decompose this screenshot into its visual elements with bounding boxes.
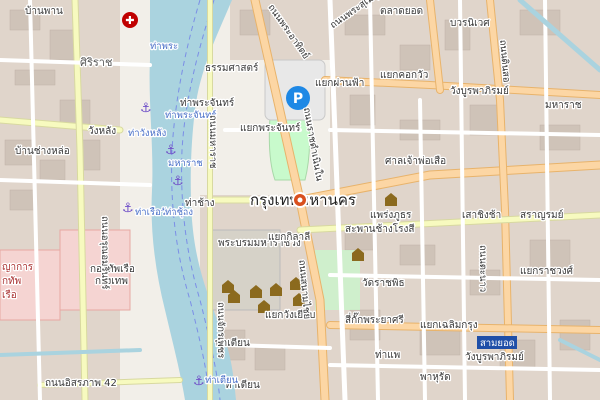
label-naval-school-3: เรือ bbox=[2, 289, 17, 301]
label-tha-wang-lang: ท่าวังหลัง bbox=[128, 128, 166, 139]
label-maharaj: มหาราช bbox=[168, 158, 203, 169]
parking-label: P bbox=[293, 91, 303, 107]
label-intersection-kilalee: แยกกิลาลี bbox=[268, 231, 310, 243]
label-road-arun-amarin: ถนนอรุณอมรินทร์ bbox=[99, 216, 111, 289]
label-ban-phan: บ้านพาน bbox=[25, 5, 63, 17]
label-mrt-sam-yot: สามยอด bbox=[480, 338, 515, 349]
label-thammasat: ธรรมศาสตร์ bbox=[205, 62, 259, 74]
anchor-icon[interactable]: ⚓ bbox=[193, 374, 205, 389]
hospital-cross: ✚ bbox=[125, 14, 134, 27]
label-phra-pin: พาหุรัด bbox=[420, 372, 451, 383]
label-road-maha-rat: ถนนมหาราช bbox=[207, 115, 218, 169]
label-wang-burapha: วังบูรพาภิรมย์ bbox=[450, 85, 509, 97]
label-tha-tien-pier: ท่าเตียน bbox=[205, 374, 239, 386]
label-wang-burapha-bottom: วังบูรพาภิรมย์ bbox=[465, 351, 524, 363]
label-road-itsaraphap: ถนนอิสรภาพ 42 bbox=[45, 378, 117, 389]
anchor-icon[interactable]: ⚓ bbox=[165, 143, 177, 158]
label-sala-phra: ศาลเจ้าพ่อเสือ bbox=[385, 155, 446, 167]
label-road-na-phra-lan: ถนนจักรเพชร bbox=[215, 302, 226, 358]
label-phra-si: สี่กั๊กพระยาศรี bbox=[345, 312, 404, 326]
label-tha-phra-chan: ท่าพระจันทร์ bbox=[180, 97, 235, 109]
label-saphan-ong: สะพานช้างโรงสี bbox=[345, 222, 415, 235]
map-canvas[interactable]: P ✚ ⚓ ⚓ ⚓ ⚓ ⚓ บ้านพาน ศิริราช บ้านช่างหล… bbox=[0, 0, 600, 400]
label-intersection-pan-fa: แยกผ่านฟ้า bbox=[315, 77, 364, 89]
label-tha-phae: ท่าแพ bbox=[375, 350, 400, 361]
anchor-icon[interactable]: ⚓ bbox=[122, 201, 134, 216]
label-road-tanao: ถนนตะนาว bbox=[477, 245, 488, 292]
label-tha-phra-chan-top: ท่าพระ bbox=[150, 41, 178, 52]
label-naval-school: ญาการ bbox=[2, 262, 34, 273]
label-saranrom: สราญรมย์ bbox=[520, 209, 563, 221]
label-chalermkrung: แยกเฉลิมกรุง bbox=[420, 320, 478, 331]
label-sirirat: ศิริราช bbox=[80, 56, 112, 69]
anchor-icon[interactable]: ⚓ bbox=[172, 174, 184, 189]
label-bowon: บวรนิเวศ bbox=[450, 18, 490, 29]
label-intersection-kok-wua: แยกคอกวัว bbox=[380, 70, 428, 81]
location-marker[interactable] bbox=[292, 192, 308, 208]
label-wat-ratchabophit: วัดราชพิธ bbox=[362, 278, 405, 289]
label-tha-chang-pier: ท่าช้าง bbox=[165, 207, 193, 218]
label-intersection-phra-chan: แยกพระจันทร์ bbox=[240, 122, 301, 134]
label-sao-ching-cha: เสาชิงช้า bbox=[462, 209, 501, 221]
label-intersection-ratchawong: แยกราชวงศ์ bbox=[520, 265, 574, 277]
label-wang-lang: วังหลัง bbox=[88, 126, 116, 137]
label-sam-phraeng: แพร่งภูธร bbox=[370, 210, 412, 221]
anchor-icon[interactable]: ⚓ bbox=[140, 101, 152, 116]
label-naval-school-2: กทัพ bbox=[2, 276, 21, 287]
label-ban-chang-lo: บ้านช่างหล่อ bbox=[15, 145, 70, 157]
label-market: ตลาดยอด bbox=[380, 6, 423, 17]
label-maharat: มหาราช bbox=[545, 100, 582, 111]
label-navy-1: กองทัพเรือ bbox=[90, 263, 135, 275]
